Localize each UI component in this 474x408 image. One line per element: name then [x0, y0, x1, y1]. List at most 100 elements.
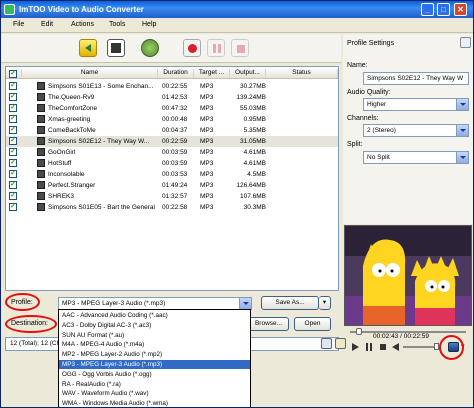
- split-label: Split:: [347, 141, 363, 148]
- channels-select[interactable]: 2 (Stereo): [363, 124, 469, 137]
- profile-option[interactable]: RA - RealAudio (*.ra): [59, 380, 250, 389]
- table-row[interactable]: ✓ GoOnGirl 00:03:59 MP3 4.61MB: [6, 147, 338, 158]
- row-checkbox[interactable]: ✓: [9, 104, 17, 112]
- profile-option[interactable]: AC3 - Dolby Digital AC-3 (*.ac3): [59, 321, 250, 330]
- table-row[interactable]: ✓ Perfect.Stranger 01:49:24 MP3 126.64MB: [6, 180, 338, 191]
- name-field[interactable]: Simpsons S02E12 - They Way W: [363, 72, 469, 85]
- cell-output: 30.27MB: [239, 83, 266, 90]
- row-checkbox[interactable]: ✓: [9, 159, 17, 167]
- row-checkbox[interactable]: ✓: [9, 82, 17, 90]
- menu-tools[interactable]: Tools: [109, 21, 125, 28]
- header-checkbox[interactable]: ✓: [6, 69, 22, 78]
- profile-option[interactable]: M4A - MPEG-4 Audio (*.m4a): [59, 340, 250, 349]
- column-duration[interactable]: Duration: [158, 69, 194, 78]
- cell-output: 4.61MB: [243, 149, 266, 156]
- log-icon[interactable]: [321, 338, 332, 349]
- help-icon[interactable]: [335, 338, 346, 349]
- browse-button[interactable]: Browse...: [248, 317, 289, 331]
- cell-target: MP3: [200, 149, 214, 156]
- cell-name: Simpsons S01E05 - Bart the General: [48, 204, 155, 211]
- stop-convert-button[interactable]: [231, 39, 249, 57]
- cell-name: ComeBackToMe: [48, 127, 96, 134]
- video-file-icon: [37, 170, 45, 178]
- profile-option[interactable]: MP3 - MPEG Layer-3 Audio (*.mp3): [59, 360, 250, 370]
- column-output[interactable]: Output...: [230, 69, 266, 78]
- add-to-list-icon[interactable]: [107, 39, 125, 57]
- video-file-icon: [37, 203, 45, 211]
- file-list[interactable]: ✓ Name Duration Target ... Output... Sta…: [5, 66, 339, 291]
- title-bar[interactable]: ImTOO Video to Audio Converter _ □ ✕: [1, 1, 473, 18]
- table-row[interactable]: ✓ Simpsons S01E05 - Bart the General 00:22…: [6, 202, 338, 213]
- profile-option[interactable]: SUN AU Format (*.au): [59, 331, 250, 340]
- menu-file[interactable]: File: [13, 21, 24, 28]
- row-checkbox[interactable]: ✓: [9, 93, 17, 101]
- video-file-icon: [37, 148, 45, 156]
- cell-name: Perfect.Stranger: [48, 182, 96, 189]
- row-checkbox[interactable]: ✓: [9, 137, 17, 145]
- table-row[interactable]: ✓ Xmas-greeting 00:00:48 MP3 0.95MB: [6, 114, 338, 125]
- row-checkbox[interactable]: ✓: [9, 181, 17, 189]
- table-row[interactable]: ✓ ComeBackToMe 00:04:37 MP3 5.35MB: [6, 125, 338, 136]
- chevron-down-icon: [456, 152, 468, 163]
- cell-duration: 00:03:59: [162, 149, 188, 156]
- profile-option[interactable]: WMA - Windows Media Audio (*.wma): [59, 399, 250, 407]
- cell-duration: 00:22:55: [162, 83, 188, 90]
- menu-actions[interactable]: Actions: [71, 21, 94, 28]
- menu-edit[interactable]: Edit: [41, 21, 53, 28]
- menu-help[interactable]: Help: [142, 21, 156, 28]
- video-file-icon: [37, 93, 45, 101]
- row-checkbox[interactable]: ✓: [9, 203, 17, 211]
- profile-option[interactable]: AAC - Advanced Audio Coding (*.aac): [59, 311, 250, 320]
- edit-settings-icon[interactable]: [460, 37, 471, 48]
- save-as-button[interactable]: Save As...: [261, 296, 319, 310]
- table-row[interactable]: ✓ Simpsons S02E12 - They Way W... 00:22:59…: [6, 136, 338, 147]
- open-button[interactable]: Open: [294, 317, 331, 331]
- audio-quality-label: Audio Quality:: [347, 89, 391, 96]
- cell-name: TheComfortZone: [48, 105, 98, 112]
- highlight-circle-destination: [5, 315, 57, 333]
- table-row[interactable]: ✓ TheComfortZone 00:47:32 MP3 55.03MB: [6, 103, 338, 114]
- profile-option[interactable]: OGG - Ogg Vorbis Audio (*.ogg): [59, 370, 250, 379]
- profile-option[interactable]: WAV - Waveform Audio (*.wav): [59, 389, 250, 398]
- pause-icon[interactable]: [364, 342, 374, 352]
- column-name[interactable]: Name: [22, 69, 158, 78]
- row-checkbox[interactable]: ✓: [9, 115, 17, 123]
- video-file-icon: [37, 115, 45, 123]
- cell-name: Xmas-greeting: [48, 116, 91, 123]
- channels-label: Channels:: [347, 115, 379, 122]
- play-icon[interactable]: [350, 342, 360, 352]
- row-checkbox[interactable]: ✓: [9, 170, 17, 178]
- minimize-button[interactable]: _: [421, 3, 434, 16]
- split-select[interactable]: No Split: [363, 151, 469, 164]
- table-row[interactable]: ✓ The.Queen-Rv9 01:42:53 MP3 139.24MB: [6, 92, 338, 103]
- volume-icon[interactable]: [391, 342, 401, 352]
- table-row[interactable]: ✓ HotStuff 00:03:59 MP3 4.61MB: [6, 158, 338, 169]
- start-convert-button[interactable]: [183, 39, 201, 57]
- audio-quality-select[interactable]: Higher: [363, 98, 469, 111]
- maximize-button[interactable]: □: [437, 3, 450, 16]
- profile-option[interactable]: MP2 - MPEG Layer-2 Audio (*.mp2): [59, 350, 250, 359]
- table-row[interactable]: ✓ Simpsons S01E13 - Some Enchan... 00:22:5…: [6, 81, 338, 92]
- table-row[interactable]: ✓ SHREK3 01:32:57 MP3 107.6MB: [6, 191, 338, 202]
- close-button[interactable]: ✕: [454, 3, 467, 16]
- add-file-button[interactable]: [79, 39, 97, 57]
- cell-name: Simpsons S01E13 - Some Enchan...: [48, 83, 154, 90]
- cell-duration: 01:42:53: [162, 94, 188, 101]
- column-status[interactable]: Status: [266, 69, 338, 78]
- table-row[interactable]: ✓ Inconsolable 00:03:53 MP3 4.5MB: [6, 169, 338, 180]
- column-target[interactable]: Target ...: [194, 69, 230, 78]
- cell-target: MP3: [200, 193, 214, 200]
- cell-target: MP3: [200, 116, 214, 123]
- row-checkbox[interactable]: ✓: [9, 192, 17, 200]
- stop-icon[interactable]: [378, 342, 388, 352]
- settings-icon[interactable]: [141, 39, 159, 57]
- cell-name: Inconsolable: [48, 171, 85, 178]
- cell-duration: 00:47:32: [162, 105, 188, 112]
- seek-thumb[interactable]: [356, 328, 362, 335]
- app-window: ImTOO Video to Audio Converter _ □ ✕ Fil…: [0, 0, 474, 408]
- row-checkbox[interactable]: ✓: [9, 126, 17, 134]
- highlight-circle-snapshot: [439, 335, 464, 360]
- save-as-menu-icon[interactable]: ▾: [319, 296, 331, 310]
- row-checkbox[interactable]: ✓: [9, 148, 17, 156]
- pause-convert-button[interactable]: [207, 39, 225, 57]
